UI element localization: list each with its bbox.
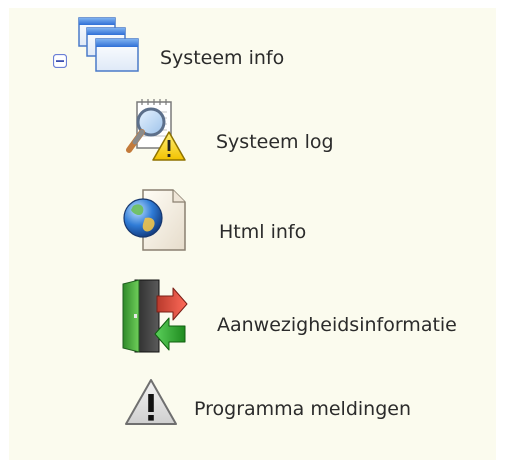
tree-node-label: Systeem info (160, 47, 285, 69)
tree-node-label: Systeem log (216, 131, 334, 153)
tree-node-label: Html info (219, 221, 307, 243)
tree-node-systeem-info[interactable]: Systeem info (75, 14, 325, 82)
tree-node-systeem-log[interactable]: Systeem log (121, 96, 371, 166)
door-in-out-arrows-icon (122, 279, 188, 353)
tree-node-programma-meldingen[interactable]: Programma meldingen (121, 376, 491, 436)
tree-node-aanwezigheidsinformatie[interactable]: Aanwezigheidsinformatie (121, 274, 491, 356)
tree-panel: Systeem info Systeem log Html info Aanwe… (9, 8, 496, 460)
tree-node-html-info[interactable]: Html info (121, 188, 371, 258)
windows-stack-icon (78, 17, 139, 72)
warning-triangle-icon (125, 379, 177, 425)
tree-node-label: Aanwezigheidsinformatie (217, 314, 457, 336)
log-magnifier-warning-icon (126, 99, 186, 161)
collapse-minus-icon[interactable] (53, 54, 67, 68)
globe-document-icon (123, 189, 186, 251)
tree-node-label: Programma meldingen (194, 398, 412, 420)
